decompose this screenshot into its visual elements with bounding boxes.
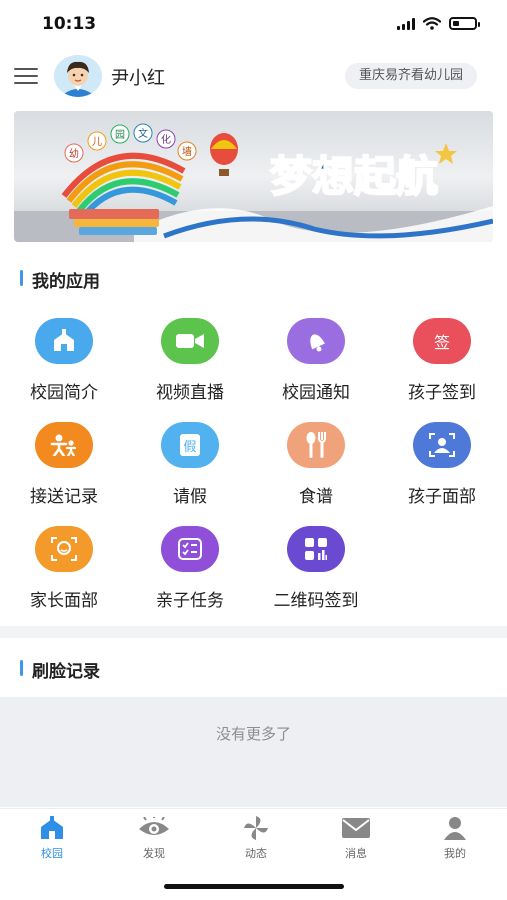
sign-icon: 签 bbox=[413, 318, 471, 364]
app-school-intro[interactable]: 校园简介 bbox=[1, 318, 127, 403]
app-label: 校园通知 bbox=[282, 383, 350, 403]
parent-face-icon bbox=[35, 526, 93, 572]
tab-messages[interactable]: 消息 bbox=[316, 815, 396, 861]
tab-moments[interactable]: 动态 bbox=[216, 815, 296, 861]
tab-label: 我的 bbox=[444, 847, 466, 860]
home-icon bbox=[12, 815, 92, 841]
svg-text:化: 化 bbox=[161, 133, 171, 146]
video-camera-icon bbox=[161, 318, 219, 364]
tab-label: 动态 bbox=[245, 847, 267, 860]
top-header: 尹小红 重庆易齐看幼儿园 bbox=[0, 52, 507, 102]
person-icon bbox=[415, 815, 495, 841]
app-label: 亲子任务 bbox=[156, 591, 224, 611]
svg-text:园: 园 bbox=[115, 129, 125, 141]
app-child-sign-in[interactable]: 签 孩子签到 bbox=[379, 318, 505, 403]
section-divider bbox=[0, 626, 507, 638]
svg-text:墙: 墙 bbox=[182, 145, 192, 158]
status-bar: 10:13 bbox=[0, 0, 507, 52]
svg-text:幼: 幼 bbox=[69, 147, 79, 160]
app-campus-notice[interactable]: 校园通知 bbox=[253, 318, 379, 403]
app-label: 家长面部 bbox=[30, 591, 98, 611]
empty-state-text: 没有更多了 bbox=[215, 725, 291, 743]
mail-icon bbox=[316, 815, 396, 841]
app-qr-sign-in[interactable]: 二维码签到 bbox=[253, 526, 379, 611]
app-leave-request[interactable]: 假 请假 bbox=[127, 422, 253, 507]
app-recipes[interactable]: 食谱 bbox=[253, 422, 379, 507]
svg-text:儿: 儿 bbox=[92, 136, 102, 148]
school-selector[interactable]: 重庆易齐看幼儿园 bbox=[344, 63, 477, 89]
child-face-icon bbox=[413, 422, 471, 468]
app-label: 食谱 bbox=[299, 487, 333, 507]
app-child-face[interactable]: 孩子面部 bbox=[379, 422, 505, 507]
section-title-my-apps: 我的应用 bbox=[20, 267, 100, 292]
tab-label: 消息 bbox=[345, 847, 367, 860]
battery-icon bbox=[449, 17, 480, 30]
qr-code-icon bbox=[287, 526, 345, 572]
bottom-tab-bar: 校园 发现 动态 消息 我的 bbox=[0, 808, 507, 869]
wifi-icon bbox=[423, 17, 441, 30]
task-list-icon bbox=[161, 526, 219, 572]
tab-label: 发现 bbox=[143, 847, 165, 860]
app-pickup-records[interactable]: 接送记录 bbox=[1, 422, 127, 507]
cellular-signal-icon bbox=[397, 17, 415, 30]
face-records-list: 没有更多了 bbox=[0, 697, 507, 807]
bell-icon bbox=[287, 318, 345, 364]
app-label: 二维码签到 bbox=[273, 591, 359, 611]
svg-text:文: 文 bbox=[138, 127, 148, 140]
user-name: 尹小红 bbox=[111, 68, 165, 89]
banner[interactable]: 幼 儿 园 文 化 墙 梦想起航 bbox=[14, 111, 493, 242]
tab-discover[interactable]: 发现 bbox=[114, 815, 194, 861]
status-time: 10:13 bbox=[42, 14, 97, 34]
pickup-people-icon bbox=[35, 422, 93, 468]
section-title-face-records: 刷脸记录 bbox=[20, 657, 100, 682]
app-parent-face[interactable]: 家长面部 bbox=[1, 526, 127, 611]
tab-campus[interactable]: 校园 bbox=[12, 815, 92, 861]
app-parent-child-tasks[interactable]: 亲子任务 bbox=[127, 526, 253, 611]
leave-icon: 假 bbox=[161, 422, 219, 468]
fork-spoon-icon bbox=[287, 422, 345, 468]
app-label: 接送记录 bbox=[30, 487, 98, 507]
banner-illustration: 幼 儿 园 文 化 墙 梦想起航 bbox=[14, 123, 493, 242]
banner-slogan: 梦想起航 bbox=[270, 152, 438, 201]
app-label: 孩子签到 bbox=[408, 383, 476, 403]
home-indicator[interactable] bbox=[164, 884, 344, 889]
pinwheel-icon bbox=[216, 815, 296, 841]
eye-icon bbox=[114, 815, 194, 841]
tab-mine[interactable]: 我的 bbox=[415, 815, 495, 861]
app-label: 孩子面部 bbox=[408, 487, 476, 507]
tab-label: 校园 bbox=[41, 847, 63, 860]
avatar[interactable] bbox=[54, 55, 102, 97]
app-video-live[interactable]: 视频直播 bbox=[127, 318, 253, 403]
app-label: 请假 bbox=[173, 487, 207, 507]
menu-icon[interactable] bbox=[14, 68, 38, 86]
school-icon bbox=[35, 318, 93, 364]
app-label: 视频直播 bbox=[156, 383, 224, 403]
status-icons bbox=[397, 17, 480, 30]
app-label: 校园简介 bbox=[30, 383, 98, 403]
